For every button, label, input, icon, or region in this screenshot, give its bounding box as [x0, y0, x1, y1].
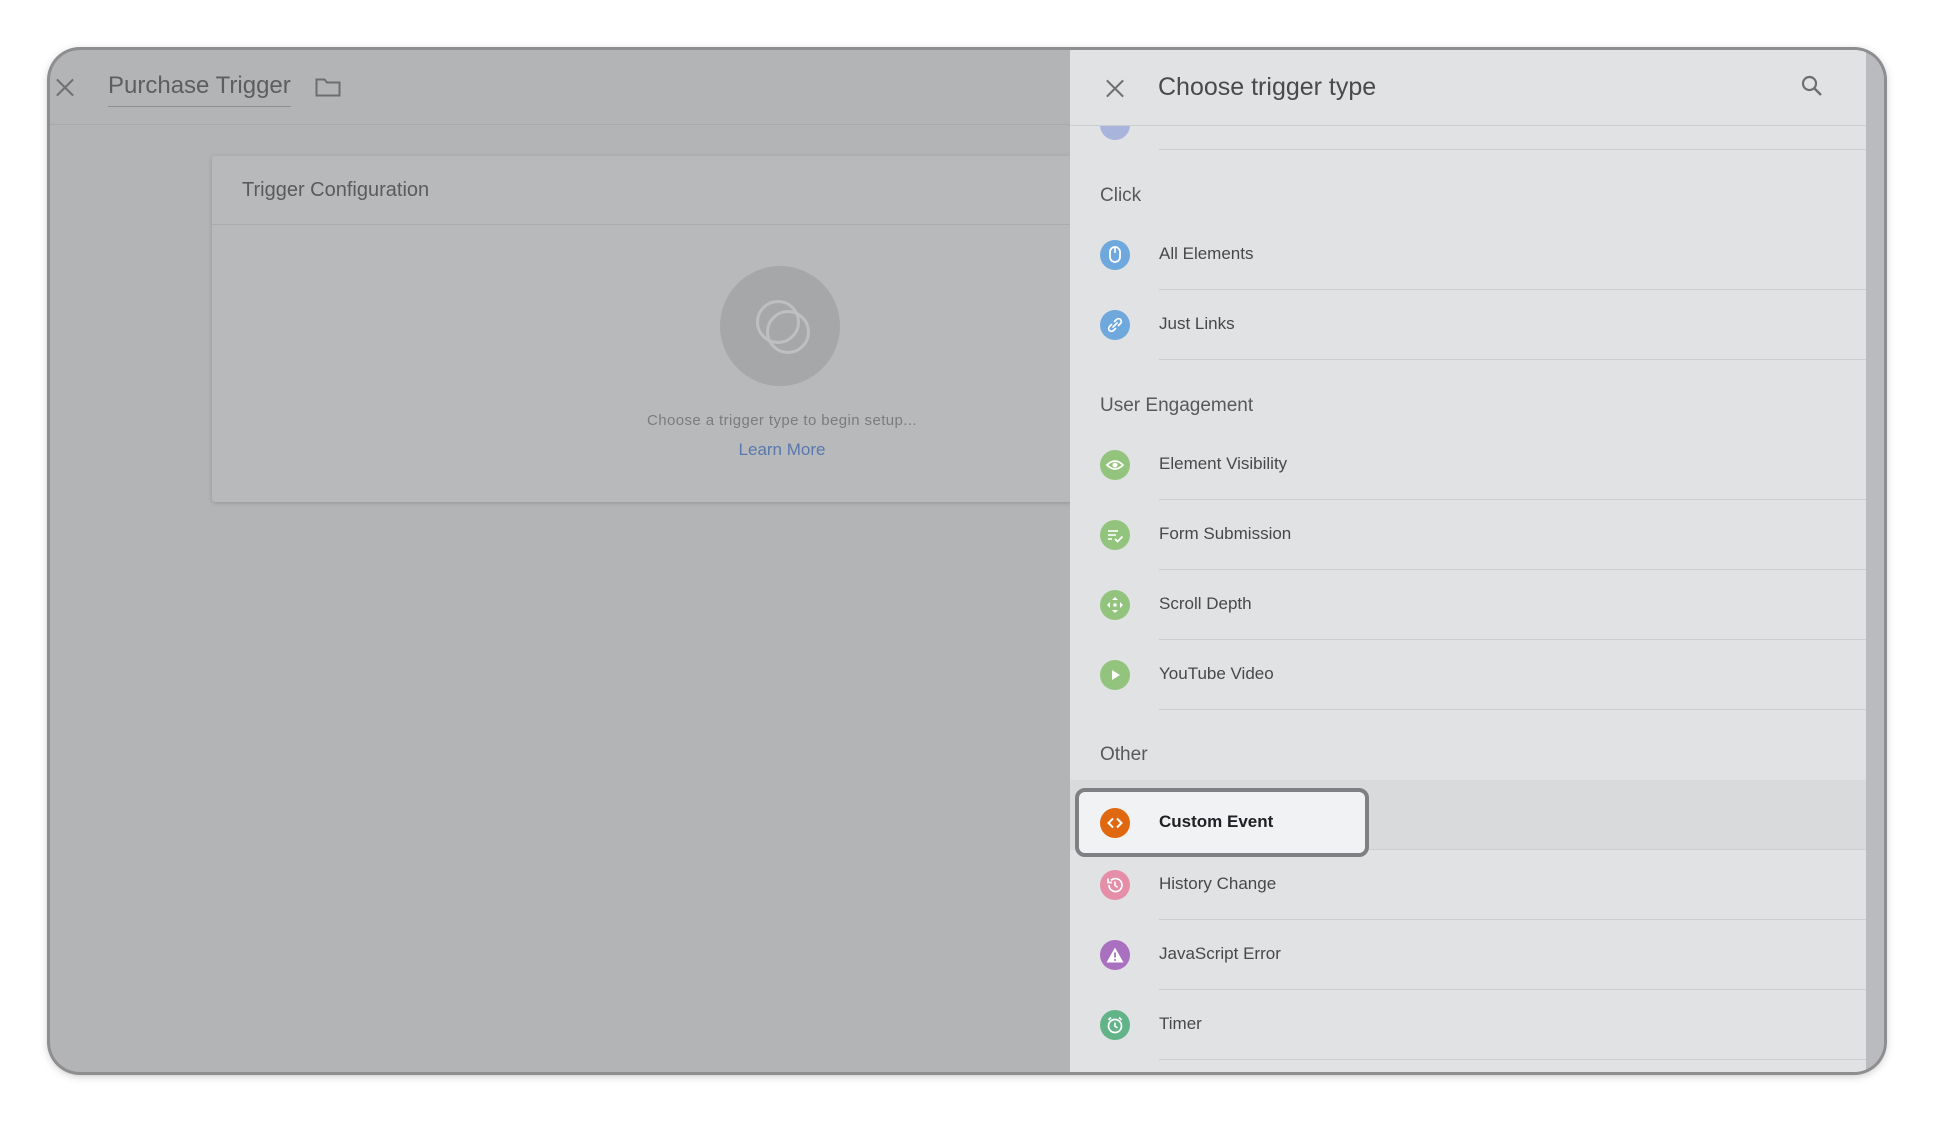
divider: [1159, 1059, 1866, 1060]
code-icon: [1100, 808, 1130, 838]
section-other: Other: [1100, 744, 1148, 765]
eye-icon: [1100, 450, 1130, 480]
app-window: Purchase Trigger Trigger Configuration C…: [50, 50, 1884, 1072]
history-icon: [1100, 870, 1130, 900]
warning-icon: [1100, 940, 1130, 970]
trigger-editor: Purchase Trigger Trigger Configuration C…: [50, 50, 1112, 1072]
mouse-icon: [1100, 240, 1130, 270]
trigger-item-label: Timer: [1159, 1014, 1202, 1033]
trigger-item-label: Just Links: [1159, 314, 1235, 333]
trigger-item-label: Scroll Depth: [1159, 594, 1252, 613]
trigger-type-panel: Choose trigger type Click All Elements J…: [1070, 50, 1866, 1072]
panel-edge: [1866, 50, 1884, 1072]
editor-topbar: Purchase Trigger: [50, 50, 1070, 125]
trigger-item-history-change[interactable]: History Change: [1070, 850, 1866, 920]
search-icon[interactable]: [1800, 74, 1824, 98]
trigger-item-all-elements[interactable]: All Elements: [1070, 220, 1866, 290]
trigger-item-element-visibility[interactable]: Element Visibility: [1070, 430, 1866, 500]
trigger-item-scroll-depth[interactable]: Scroll Depth: [1070, 570, 1866, 640]
trigger-name[interactable]: Purchase Trigger: [108, 72, 291, 107]
trigger-item-label: Element Visibility: [1159, 454, 1288, 473]
scroll-arrows-icon: [1100, 590, 1130, 620]
trigger-item-label: YouTube Video: [1159, 664, 1274, 683]
form-check-icon: [1100, 520, 1130, 550]
trigger-item-custom-event[interactable]: Custom Event: [1075, 788, 1369, 857]
editor-close-icon[interactable]: [55, 77, 75, 97]
divider: [1159, 359, 1866, 360]
trigger-item-label: Form Submission: [1159, 524, 1292, 543]
folder-icon[interactable]: [315, 77, 341, 102]
section-user-engagement: User Engagement: [1100, 395, 1254, 416]
panel-header: Choose trigger type: [1070, 50, 1866, 126]
trigger-placeholder-icon[interactable]: [720, 266, 840, 386]
trigger-item-timer[interactable]: Timer: [1070, 990, 1866, 1060]
play-icon: [1100, 660, 1130, 690]
section-click: Click: [1100, 185, 1142, 206]
panel-title: Choose trigger type: [1158, 73, 1377, 101]
divider: [1159, 709, 1866, 710]
link-icon: [1100, 310, 1130, 340]
trigger-item-label: JavaScript Error: [1159, 944, 1281, 963]
trigger-item-label: Custom Event: [1159, 812, 1274, 831]
card-title: Trigger Configuration: [212, 156, 1112, 225]
panel-close-icon[interactable]: [1105, 78, 1125, 98]
trigger-item-javascript-error[interactable]: JavaScript Error: [1070, 920, 1866, 990]
trigger-item-just-links[interactable]: Just Links: [1070, 290, 1866, 360]
trigger-item-label: All Elements: [1159, 244, 1254, 263]
trigger-item-label: History Change: [1159, 874, 1277, 893]
trigger-configuration-card: Trigger Configuration Choose a trigger t…: [212, 156, 1112, 502]
trigger-item-form-submission[interactable]: Form Submission: [1070, 500, 1866, 570]
trigger-item-youtube-video[interactable]: YouTube Video: [1070, 640, 1866, 710]
divider: [1159, 149, 1866, 150]
alarm-clock-icon: [1100, 1010, 1130, 1040]
